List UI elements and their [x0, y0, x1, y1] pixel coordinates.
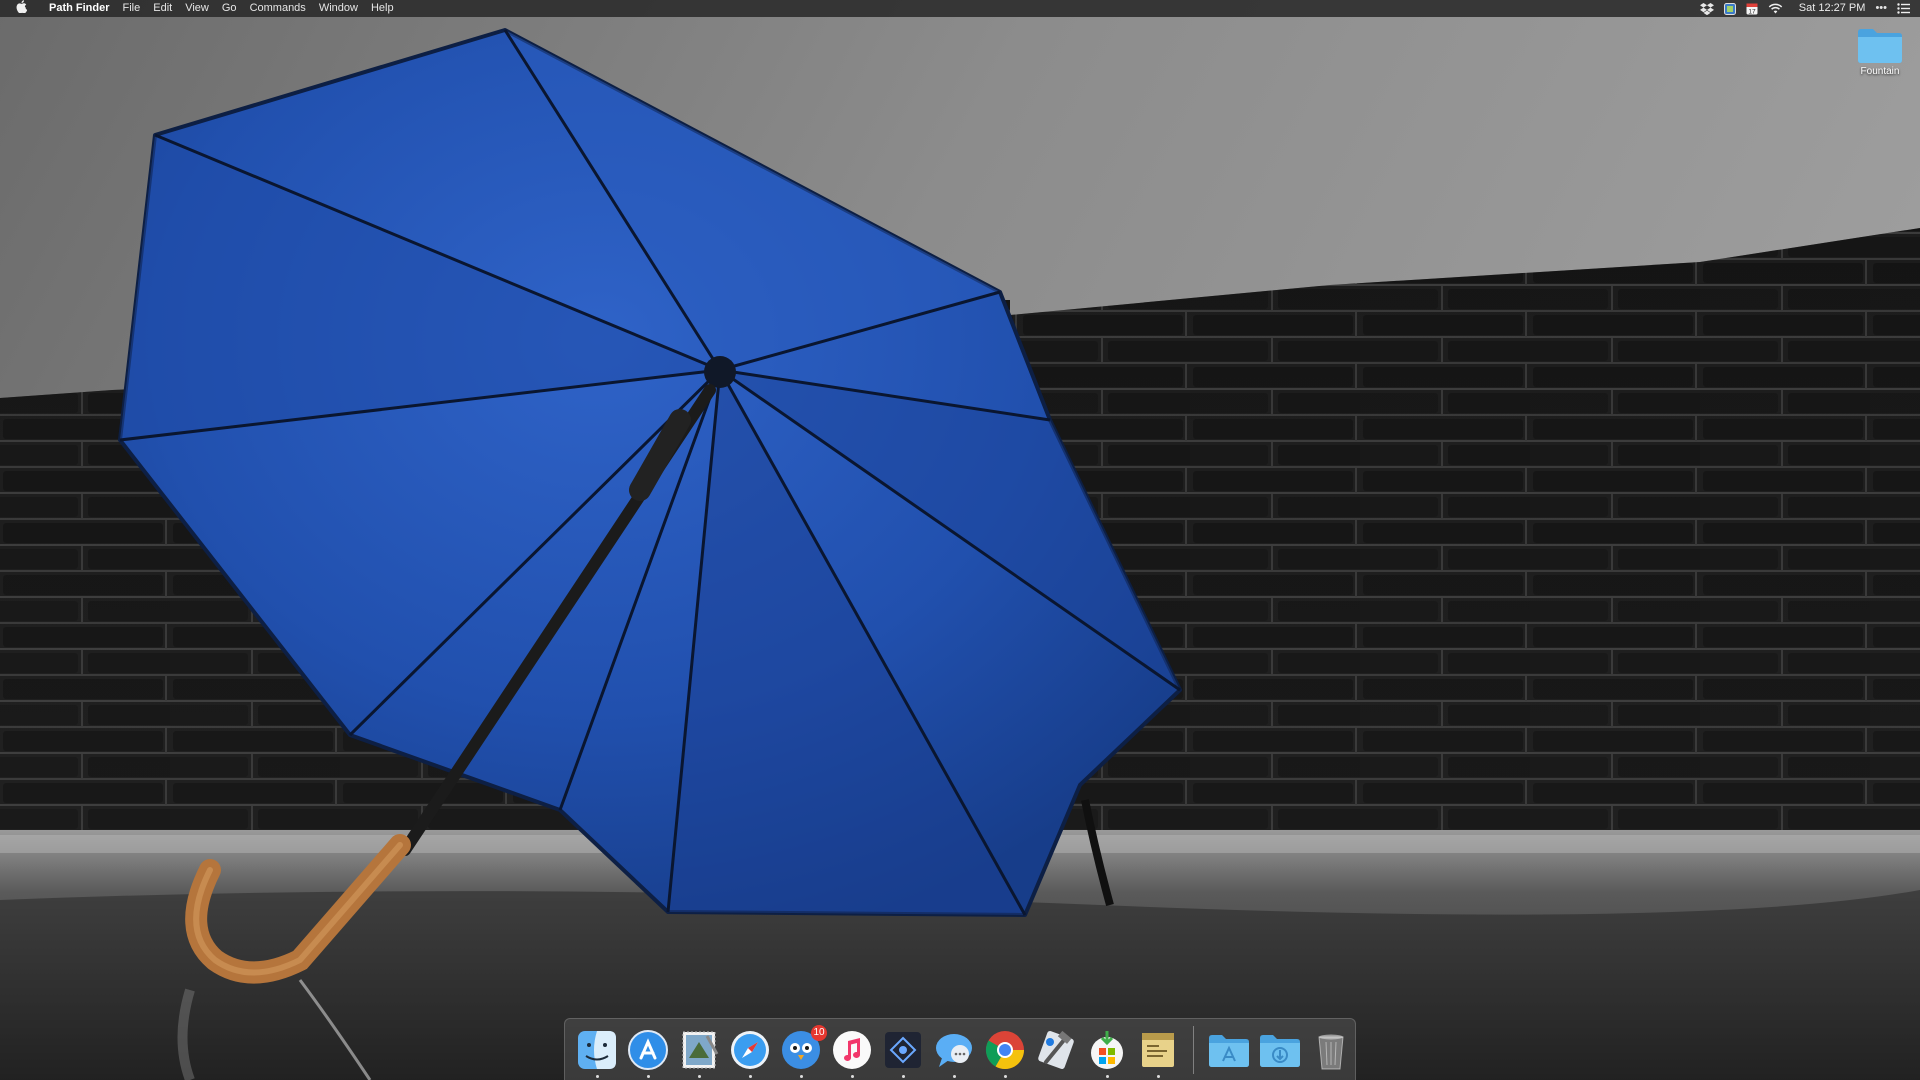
menu-commands[interactable]: Commands — [250, 0, 306, 17]
desktop-icon-label: Fountain — [1860, 66, 1900, 77]
calendar-day: 17 — [1748, 8, 1756, 15]
notes-icon — [1142, 1032, 1174, 1067]
dock-mail[interactable] — [677, 1028, 721, 1078]
dock-chrome[interactable] — [983, 1028, 1027, 1078]
downloads-folder-icon — [1260, 1034, 1300, 1067]
app-store-icon — [628, 1029, 668, 1070]
running-indicator — [901, 1074, 905, 1078]
menu-bar: Path Finder File Edit View Go Commands W… — [0, 0, 1920, 17]
menu-window[interactable]: Window — [319, 0, 358, 17]
dock-applications-stack[interactable] — [1207, 1028, 1251, 1072]
calendar-icon[interactable]: 17 — [1746, 0, 1758, 17]
trash-icon — [1318, 1034, 1344, 1069]
running-indicator — [952, 1074, 956, 1078]
applications-folder-icon — [1209, 1034, 1249, 1067]
menu-bar-status-area: 17 Sat 12:27 PM ••• — [1699, 0, 1910, 17]
running-indicator — [1105, 1074, 1109, 1078]
dock-installer[interactable] — [1085, 1028, 1129, 1078]
dock-itunes[interactable] — [830, 1028, 874, 1078]
menu-go[interactable]: Go — [222, 0, 237, 17]
path-finder-icon — [885, 1031, 921, 1068]
music-note-icon — [833, 1030, 871, 1069]
dock-safari[interactable] — [728, 1028, 772, 1078]
dock-xcode[interactable] — [1034, 1028, 1078, 1072]
running-indicator — [748, 1074, 752, 1078]
stamp-icon — [682, 1031, 719, 1068]
menu-edit[interactable]: Edit — [153, 0, 172, 17]
dock: 10 — [564, 1018, 1356, 1080]
menu-file[interactable]: File — [123, 0, 141, 17]
notification-center-icon[interactable] — [1897, 0, 1910, 17]
dock-app-store[interactable] — [626, 1028, 670, 1078]
dock-messages[interactable] — [932, 1028, 976, 1078]
package-icon — [1091, 1030, 1123, 1069]
running-indicator — [1156, 1074, 1160, 1078]
finder-icon — [578, 1030, 616, 1069]
folder-icon — [1858, 29, 1902, 63]
menu-help[interactable]: Help — [371, 0, 394, 17]
app-status-icon[interactable] — [1723, 0, 1736, 17]
dock-separator — [1193, 1025, 1194, 1074]
running-indicator — [697, 1074, 701, 1078]
dock-notes[interactable] — [1136, 1028, 1180, 1078]
chrome-icon — [985, 1030, 1024, 1069]
menu-bar-left: Path Finder File Edit View Go Commands W… — [14, 0, 394, 17]
dock-trash[interactable] — [1309, 1028, 1353, 1072]
apple-menu-icon[interactable] — [14, 0, 28, 17]
dock-path-finder[interactable] — [881, 1028, 925, 1078]
desktop-wallpaper — [0, 0, 1920, 1080]
app-name-menu[interactable]: Path Finder — [49, 0, 110, 17]
menu-bar-clock[interactable]: Sat 12:27 PM — [1799, 0, 1866, 17]
running-indicator — [850, 1074, 854, 1078]
running-indicator — [1003, 1074, 1007, 1078]
desktop-folder-fountain[interactable]: Fountain — [1845, 26, 1915, 77]
dock-downloads-stack[interactable] — [1258, 1028, 1302, 1072]
menu-extras-overflow-icon[interactable]: ••• — [1875, 0, 1887, 17]
notification-badge: 10 — [811, 1024, 827, 1041]
wifi-icon[interactable] — [1768, 0, 1783, 17]
hammer-icon — [1038, 1030, 1074, 1069]
dock-tweetbot[interactable]: 10 — [779, 1024, 827, 1078]
dock-finder[interactable] — [575, 1028, 619, 1078]
speech-bubble-icon — [936, 1033, 972, 1067]
running-indicator — [595, 1074, 599, 1078]
dropbox-icon[interactable] — [1699, 0, 1714, 17]
running-indicator — [799, 1074, 803, 1078]
running-indicator — [646, 1074, 650, 1078]
menu-view[interactable]: View — [185, 0, 209, 17]
safari-compass-icon — [731, 1030, 769, 1069]
